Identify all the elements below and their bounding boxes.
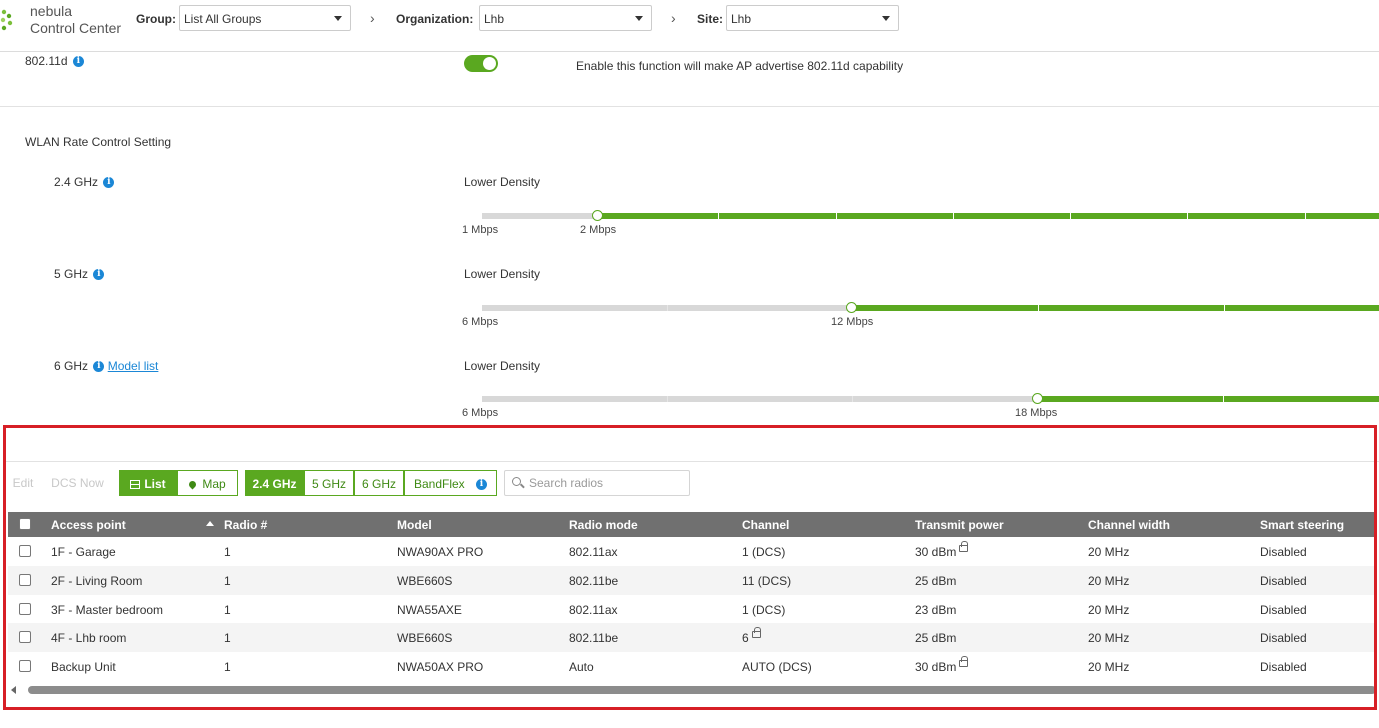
chevron-down-icon	[635, 16, 643, 21]
slider-thumb[interactable]	[592, 210, 603, 221]
setting-802-11d-label: 802.11d i	[25, 54, 84, 68]
slider-track-inactive	[482, 305, 852, 311]
802-11d-toggle[interactable]	[464, 55, 498, 72]
info-icon[interactable]: i	[93, 361, 105, 373]
band-5-min-label: 6 Mbps	[462, 316, 499, 328]
slider-track-active	[598, 213, 1379, 219]
band-5-label: 5 GHz i	[54, 267, 105, 281]
nebula-logo-icon	[0, 9, 13, 31]
info-icon[interactable]: i	[103, 177, 115, 189]
slider-thumb[interactable]	[846, 302, 857, 313]
band-24-min-label: 1 Mbps	[462, 224, 499, 236]
band-5-text: 5 GHz	[54, 267, 89, 281]
band-24-value-label: 2 Mbps	[580, 224, 617, 236]
chevron-down-icon	[882, 16, 890, 21]
brand-line-1: nebula	[30, 3, 73, 19]
band-6-density: Lower Density	[464, 359, 541, 373]
band-5-value-label: 12 Mbps	[831, 316, 874, 328]
slider-thumb[interactable]	[1032, 393, 1043, 404]
group-label: Group:	[136, 12, 176, 26]
organization-label: Organization:	[396, 12, 474, 26]
organization-select-value: Lhb	[484, 12, 505, 26]
slider-track-inactive	[482, 396, 1038, 402]
band-24-text: 2.4 GHz	[54, 175, 99, 189]
top-header: nebula Control Center Group: List All Gr…	[0, 0, 1379, 52]
band-6-min-label: 6 Mbps	[462, 407, 499, 419]
band-5-density: Lower Density	[464, 267, 541, 281]
group-select[interactable]: List All Groups	[179, 5, 351, 31]
breadcrumb-chevron-icon: ›	[370, 10, 375, 26]
divider	[0, 106, 1379, 107]
band-6-value-label: 18 Mbps	[1015, 407, 1058, 419]
slider-track-active	[1038, 396, 1379, 402]
band-6-label: 6 GHz i Model list	[54, 359, 158, 373]
site-select[interactable]: Lhb	[726, 5, 899, 31]
group-select-value: List All Groups	[184, 12, 262, 26]
band-24-density: Lower Density	[464, 175, 541, 189]
site-label: Site:	[697, 12, 724, 26]
info-icon[interactable]: i	[93, 269, 105, 281]
site-select-value: Lhb	[731, 12, 752, 26]
organization-select[interactable]: Lhb	[479, 5, 652, 31]
wlan-rate-title: WLAN Rate Control Setting	[25, 135, 172, 149]
802-11d-description: Enable this function will make AP advert…	[576, 59, 904, 73]
breadcrumb-chevron-icon: ›	[671, 10, 676, 26]
band-6-text: 6 GHz	[54, 359, 89, 373]
slider-track-inactive	[482, 213, 598, 219]
info-icon[interactable]: i	[72, 56, 84, 68]
setting-802-11d-text: 802.11d	[25, 54, 68, 68]
brand-name: nebula Control Center	[30, 3, 121, 37]
band-24-label: 2.4 GHz i	[54, 175, 115, 189]
toggle-knob	[483, 57, 496, 70]
brand-line-2: Control Center	[30, 20, 122, 36]
chevron-down-icon	[334, 16, 342, 21]
highlight-frame	[3, 425, 1377, 710]
slider-track-active	[852, 305, 1379, 311]
model-list-link[interactable]: Model list	[108, 359, 159, 373]
